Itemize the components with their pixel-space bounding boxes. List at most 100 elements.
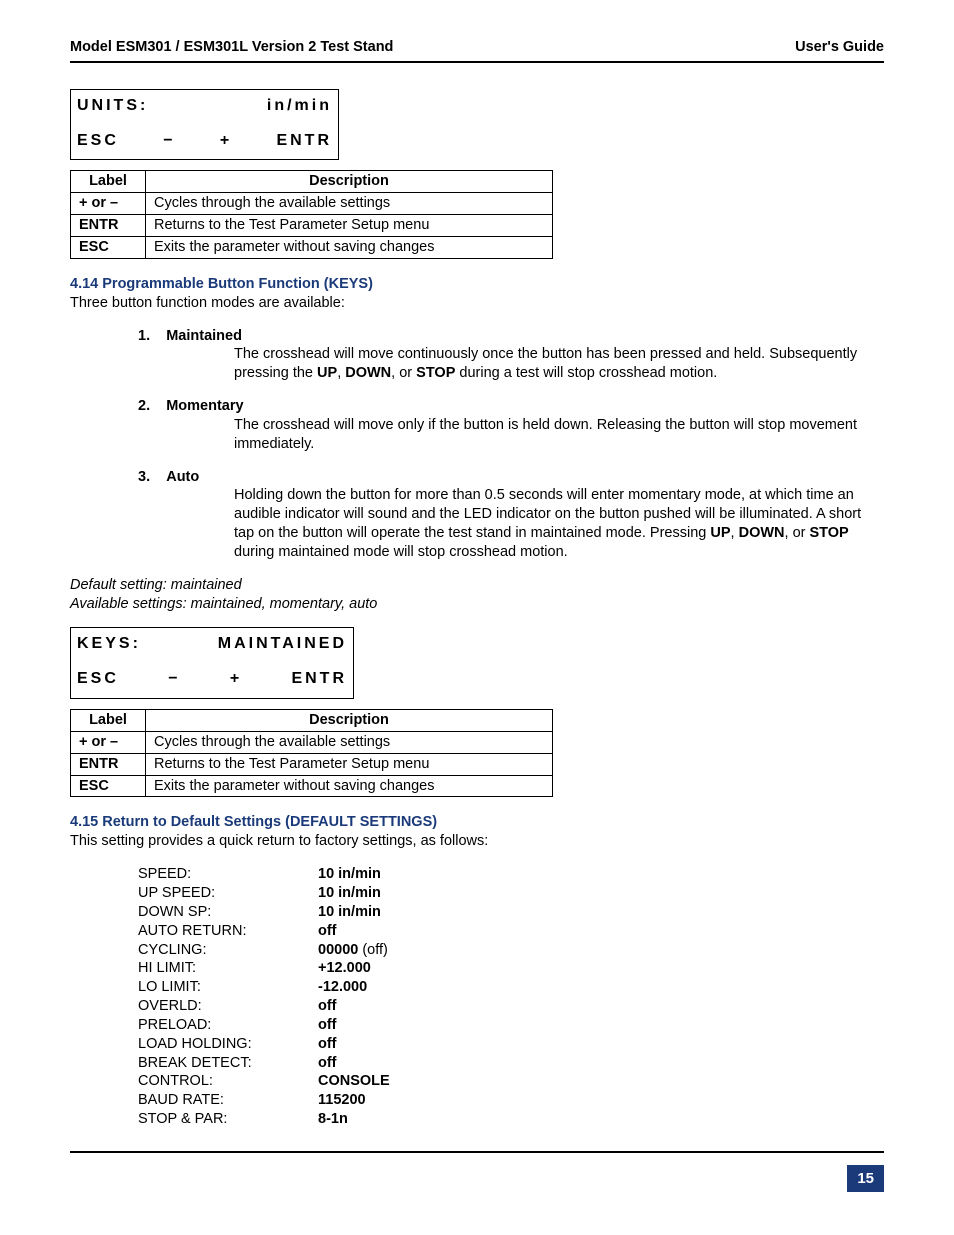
cell-desc: Cycles through the available settings: [146, 193, 553, 215]
settings-value: off: [318, 1054, 337, 1073]
settings-value: 00000 (off): [318, 941, 388, 960]
lcd-entr: ENTR: [291, 669, 347, 690]
settings-row: SPEED:10 in/min: [138, 865, 884, 884]
default-settings-list: SPEED:10 in/min UP SPEED:10 in/min DOWN …: [70, 865, 884, 1129]
settings-value: 115200: [318, 1091, 366, 1110]
item-num: 3.: [138, 469, 150, 485]
section-intro-414: Three button function modes are availabl…: [70, 294, 884, 313]
lcd-keys-value: MAINTAINED: [218, 634, 347, 655]
lcd-minus: −: [168, 669, 180, 690]
settings-value: 8-1n: [318, 1110, 348, 1129]
cell-desc: Exits the parameter without saving chang…: [146, 775, 553, 797]
list-item-1: 1. Maintained The crosshead will move co…: [138, 327, 884, 384]
list-item-2: 2. Momentary The crosshead will move onl…: [138, 397, 884, 454]
lcd-entr: ENTR: [276, 131, 332, 152]
kw-up: UP: [710, 525, 730, 541]
table-row: ESC Exits the parameter without saving c…: [71, 775, 553, 797]
table-row: + or – Cycles through the available sett…: [71, 193, 553, 215]
kw-stop: STOP: [416, 365, 455, 381]
cell-label: ESC: [71, 775, 146, 797]
settings-label: STOP & PAR:: [138, 1110, 318, 1129]
settings-row: AUTO RETURN:off: [138, 922, 884, 941]
settings-row: STOP & PAR:8-1n: [138, 1110, 884, 1129]
settings-value: off: [318, 997, 337, 1016]
th-desc: Description: [146, 171, 553, 193]
settings-label: CONTROL:: [138, 1072, 318, 1091]
settings-value: off: [318, 1035, 337, 1054]
kw-down: DOWN: [739, 525, 785, 541]
cell-desc: Returns to the Test Parameter Setup menu: [146, 753, 553, 775]
kw-up: UP: [317, 365, 337, 381]
settings-label: UP SPEED:: [138, 884, 318, 903]
cell-desc: Cycles through the available settings: [146, 731, 553, 753]
settings-label: OVERLD:: [138, 997, 318, 1016]
settings-row: BAUD RATE:115200: [138, 1091, 884, 1110]
cell-desc: Returns to the Test Parameter Setup menu: [146, 215, 553, 237]
item-num: 2.: [138, 398, 150, 414]
cell-desc: Exits the parameter without saving chang…: [146, 236, 553, 258]
settings-value: 10 in/min: [318, 884, 381, 903]
units-table: Label Description + or – Cycles through …: [70, 170, 553, 258]
settings-row: OVERLD:off: [138, 997, 884, 1016]
settings-row: CYCLING:00000 (off): [138, 941, 884, 960]
settings-row: LOAD HOLDING:off: [138, 1035, 884, 1054]
settings-label: BREAK DETECT:: [138, 1054, 318, 1073]
sep: , or: [391, 365, 416, 381]
th-desc: Description: [146, 710, 553, 732]
settings-row: LO LIMIT:-12.000: [138, 978, 884, 997]
table-row: ENTR Returns to the Test Parameter Setup…: [71, 215, 553, 237]
lcd-units-label: UNITS:: [77, 96, 148, 117]
lcd-plus: +: [230, 669, 242, 690]
table-row: + or – Cycles through the available sett…: [71, 731, 553, 753]
settings-label: HI LIMIT:: [138, 959, 318, 978]
cell-label: + or –: [71, 193, 146, 215]
settings-row: BREAK DETECT:off: [138, 1054, 884, 1073]
th-label: Label: [71, 171, 146, 193]
footer-rule: [70, 1151, 884, 1153]
settings-value: 10 in/min: [318, 865, 381, 884]
cell-label: ENTR: [71, 753, 146, 775]
settings-value: 10 in/min: [318, 903, 381, 922]
lcd-minus: −: [163, 131, 175, 152]
section-intro-415: This setting provides a quick return to …: [70, 832, 884, 851]
lcd-esc: ESC: [77, 669, 119, 690]
default-setting: Default setting: maintained: [70, 576, 884, 595]
section-head-414: 4.14 Programmable Button Function (KEYS): [70, 275, 884, 294]
settings-value: +12.000: [318, 959, 371, 978]
section-head-415: 4.15 Return to Default Settings (DEFAULT…: [70, 813, 884, 832]
page-number: 15: [847, 1165, 884, 1193]
table-row: ESC Exits the parameter without saving c…: [71, 236, 553, 258]
item-title: Momentary: [166, 398, 243, 414]
item-title: Auto: [166, 469, 199, 485]
available-settings: Available settings: maintained, momentar…: [70, 595, 884, 614]
settings-value: CONSOLE: [318, 1072, 390, 1091]
body-text: during maintained mode will stop crosshe…: [234, 544, 568, 560]
body-text: during a test will stop crosshead motion…: [455, 365, 717, 381]
lcd-display-keys: KEYS: MAINTAINED ESC − + ENTR: [70, 627, 354, 699]
settings-row: DOWN SP:10 in/min: [138, 903, 884, 922]
cell-label: ESC: [71, 236, 146, 258]
body-text: The crosshead will move only if the butt…: [234, 416, 884, 454]
settings-label: LO LIMIT:: [138, 978, 318, 997]
kw-down: DOWN: [345, 365, 391, 381]
lcd-plus: +: [220, 131, 232, 152]
sep: , or: [785, 525, 810, 541]
settings-label: LOAD HOLDING:: [138, 1035, 318, 1054]
cell-label: + or –: [71, 731, 146, 753]
lcd-display-units: UNITS: in/min ESC − + ENTR: [70, 89, 339, 161]
settings-value: -12.000: [318, 978, 367, 997]
header-left: Model ESM301 / ESM301L Version 2 Test St…: [70, 38, 393, 57]
settings-row: UP SPEED:10 in/min: [138, 884, 884, 903]
settings-value: off: [318, 1016, 337, 1035]
settings-label: PRELOAD:: [138, 1016, 318, 1035]
page-header: Model ESM301 / ESM301L Version 2 Test St…: [70, 38, 884, 63]
header-right: User's Guide: [795, 38, 884, 57]
settings-row: CONTROL:CONSOLE: [138, 1072, 884, 1091]
lcd-units-value: in/min: [267, 96, 332, 117]
sep: ,: [731, 525, 739, 541]
settings-label: DOWN SP:: [138, 903, 318, 922]
kw-stop: STOP: [810, 525, 849, 541]
lcd-keys-label: KEYS:: [77, 634, 141, 655]
settings-row: PRELOAD:off: [138, 1016, 884, 1035]
th-label: Label: [71, 710, 146, 732]
